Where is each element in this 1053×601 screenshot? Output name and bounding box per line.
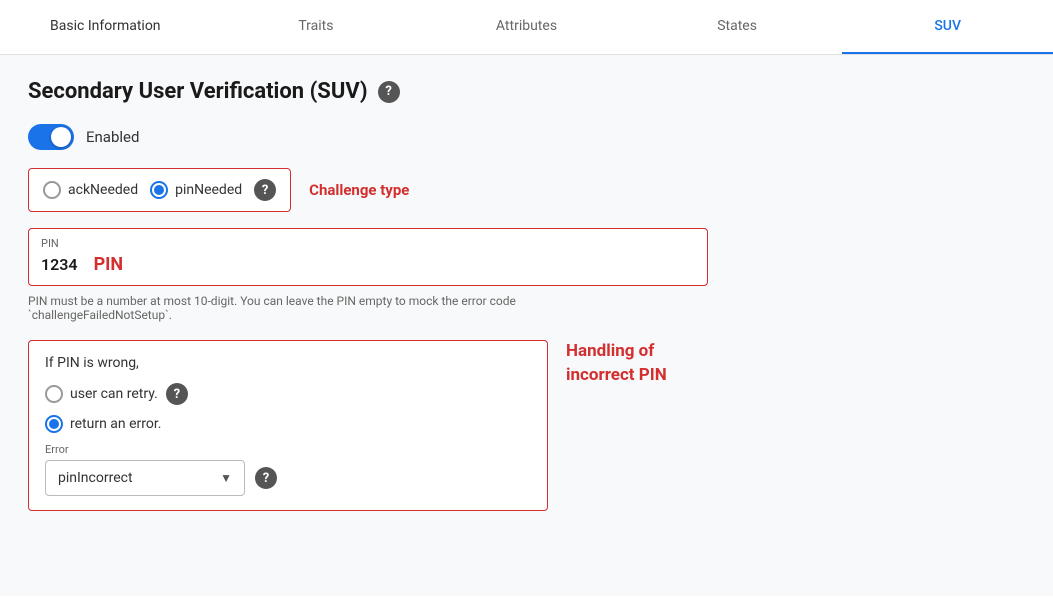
radio-row-error: return an error.: [45, 415, 531, 433]
radio-label-pinneeded: pinNeeded: [175, 182, 242, 198]
error-dropdown-value: pinIncorrect: [58, 470, 133, 486]
pin-value[interactable]: 1234: [41, 255, 78, 274]
radio-circle-retry: [45, 385, 63, 403]
error-dropdown-label: Error: [45, 443, 531, 456]
toggle-label: Enabled: [86, 128, 139, 146]
radio-circle-pinneeded: [150, 181, 168, 199]
incorrect-pin-row: If PIN is wrong, user can retry. ? retur…: [28, 340, 1025, 511]
toggle-row: Enabled: [28, 124, 1025, 150]
enabled-toggle[interactable]: [28, 124, 74, 150]
radio-circle-return-error: [45, 415, 63, 433]
radio-option-retry[interactable]: user can retry.: [45, 385, 158, 403]
radio-label-return-error: return an error.: [70, 416, 161, 432]
radio-option-return-error[interactable]: return an error.: [45, 415, 161, 433]
section-title-text: Secondary User Verification (SUV): [28, 79, 368, 104]
error-dropdown-row: pinIncorrect ▼ ?: [45, 460, 531, 496]
section-help-icon[interactable]: ?: [378, 81, 400, 103]
incorrect-pin-box: If PIN is wrong, user can retry. ? retur…: [28, 340, 548, 511]
incorrect-pin-title: If PIN is wrong,: [45, 355, 531, 371]
radio-label-retry: user can retry.: [70, 386, 158, 402]
main-content: Secondary User Verification (SUV) ? Enab…: [0, 55, 1053, 596]
pin-field-container: PIN 1234 PIN: [28, 228, 708, 286]
error-dropdown-section: Error pinIncorrect ▼ ?: [45, 443, 531, 496]
radio-label-ackneeded: ackNeeded: [68, 182, 138, 198]
error-dropdown[interactable]: pinIncorrect ▼: [45, 460, 245, 496]
pin-field-label: PIN: [41, 237, 695, 250]
challenge-type-help-icon[interactable]: ?: [254, 179, 276, 201]
pin-inline-label: PIN: [94, 254, 124, 275]
tab-states[interactable]: States: [632, 0, 843, 54]
tab-attributes[interactable]: Attributes: [421, 0, 632, 54]
challenge-type-label: Challenge type: [309, 181, 409, 199]
retry-help-icon[interactable]: ?: [166, 383, 188, 405]
radio-option-pinneeded[interactable]: pinNeeded: [150, 181, 242, 199]
radio-option-ackneeded[interactable]: ackNeeded: [43, 181, 138, 199]
tab-basic-information[interactable]: Basic Information: [0, 0, 211, 54]
tab-traits[interactable]: Traits: [211, 0, 422, 54]
challenge-type-box: ackNeeded pinNeeded ?: [28, 168, 291, 212]
pin-field-row: 1234 PIN: [41, 254, 695, 275]
section-title: Secondary User Verification (SUV) ?: [28, 79, 1025, 104]
pin-hint: PIN must be a number at most 10-digit. Y…: [28, 294, 568, 322]
tab-bar: Basic Information Traits Attributes Stat…: [0, 0, 1053, 55]
tab-suv[interactable]: SUV: [842, 0, 1053, 54]
error-dropdown-help-icon[interactable]: ?: [255, 467, 277, 489]
incorrect-pin-section-label: Handling ofincorrect PIN: [566, 340, 667, 388]
radio-circle-ackneeded: [43, 181, 61, 199]
challenge-type-row: ackNeeded pinNeeded ? Challenge type: [28, 168, 1025, 212]
dropdown-arrow-icon: ▼: [220, 471, 232, 485]
radio-row-retry: user can retry. ?: [45, 383, 531, 405]
